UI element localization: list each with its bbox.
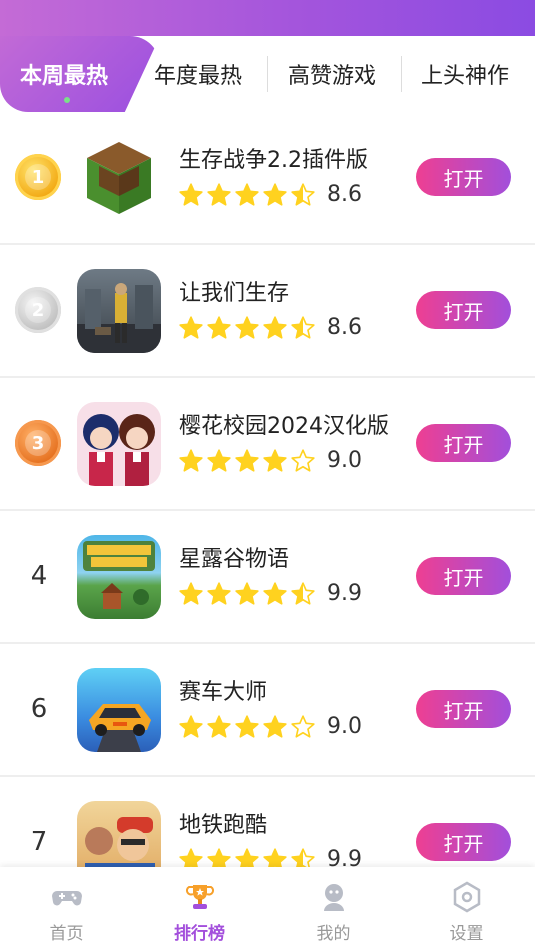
game-title: 赛车大师	[179, 680, 268, 705]
app-icon[interactable]	[77, 668, 161, 752]
gold-medal-icon: 1	[15, 154, 61, 200]
list-item[interactable]: 2 让我们生存 8.6 打开	[0, 245, 535, 378]
rating-score: 9.9	[327, 581, 362, 606]
bronze-medal-icon: 3	[15, 420, 61, 466]
star-full-icon	[263, 316, 287, 339]
rating-stars	[178, 714, 316, 740]
app-icon[interactable]	[77, 136, 161, 220]
list-item[interactable]: 3 樱花校园2024汉化版 9.0 打开	[0, 378, 535, 511]
star-full-icon	[179, 582, 203, 605]
rating-stars	[178, 182, 316, 208]
star-full-icon	[235, 183, 259, 206]
star-full-icon	[179, 715, 203, 738]
open-button[interactable]: 打开	[416, 823, 511, 861]
game-title: 星露谷物语	[179, 547, 290, 572]
star-full-icon	[263, 183, 287, 206]
rating-score: 9.0	[327, 448, 362, 473]
nav-label: 首页	[49, 924, 84, 944]
app-icon[interactable]	[77, 269, 161, 353]
nav-label: 我的	[316, 924, 351, 944]
open-button[interactable]: 打开	[416, 291, 511, 329]
star-full-icon	[207, 449, 231, 472]
game-title: 生存战争2.2插件版	[179, 148, 368, 173]
star-full-icon	[179, 183, 203, 206]
tab-top-rated[interactable]: 高赞游戏	[288, 58, 376, 90]
nav-label: 设置	[449, 924, 484, 944]
list-item[interactable]: 1 生存战争2.2插件版 8.6 打开	[0, 112, 535, 245]
trophy-icon	[185, 885, 214, 909]
open-button[interactable]: 打开	[416, 158, 511, 196]
game-title: 樱花校园2024汉化版	[179, 414, 389, 439]
star-full-icon	[207, 582, 231, 605]
star-full-icon	[207, 183, 231, 206]
nav-mine[interactable]: 我的	[267, 867, 400, 951]
rating-score: 8.6	[327, 182, 362, 207]
nav-settings[interactable]: 设置	[400, 867, 533, 951]
rating-score: 9.0	[327, 714, 362, 739]
rank-number: 4	[30, 561, 48, 591]
bottom-navigation: 首页 排行榜 我的 设置	[0, 867, 535, 951]
nav-home[interactable]: 首页	[0, 867, 133, 951]
rating-stars	[178, 448, 316, 474]
open-button[interactable]: 打开	[416, 557, 511, 595]
star-full-icon	[207, 715, 231, 738]
rating-stars	[178, 315, 316, 341]
star-full-icon	[235, 582, 259, 605]
tab-label: 本周最热	[20, 64, 109, 89]
nav-label: 排行榜	[174, 924, 225, 944]
star-empty-icon	[291, 449, 315, 472]
tab-addictive[interactable]: 上头神作	[421, 58, 509, 90]
gamepad-icon	[51, 891, 82, 906]
star-full-icon	[263, 715, 287, 738]
tab-divider	[267, 56, 268, 92]
star-full-icon	[263, 582, 287, 605]
star-full-icon	[235, 449, 259, 472]
app-icon[interactable]	[77, 535, 161, 619]
silver-medal-icon: 2	[15, 287, 61, 333]
rating-stars	[178, 581, 316, 607]
active-indicator-dot	[64, 97, 70, 103]
star-full-icon	[179, 449, 203, 472]
game-title: 让我们生存	[179, 281, 290, 306]
star-half-icon	[291, 183, 315, 206]
list-item[interactable]: 6 赛车大师 9.0 打开	[0, 644, 535, 777]
rating-score: 8.6	[327, 315, 362, 340]
list-item[interactable]: 4 星露谷物语 9.9 打开	[0, 511, 535, 644]
rank-number: 6	[30, 694, 48, 724]
star-empty-icon	[291, 715, 315, 738]
nav-ranking[interactable]: 排行榜	[133, 867, 266, 951]
rank-number: 7	[30, 827, 48, 857]
user-icon	[323, 884, 344, 911]
tab-yearly-hot[interactable]: 年度最热	[154, 58, 242, 90]
star-full-icon	[179, 316, 203, 339]
star-half-icon	[291, 316, 315, 339]
open-button[interactable]: 打开	[416, 690, 511, 728]
star-half-icon	[291, 582, 315, 605]
star-full-icon	[235, 316, 259, 339]
open-button[interactable]: 打开	[416, 424, 511, 462]
settings-icon	[453, 881, 480, 913]
star-full-icon	[263, 449, 287, 472]
tab-divider	[401, 56, 402, 92]
app-icon[interactable]	[77, 402, 161, 486]
game-title: 地铁跑酷	[179, 813, 268, 838]
star-full-icon	[207, 316, 231, 339]
star-full-icon	[235, 715, 259, 738]
